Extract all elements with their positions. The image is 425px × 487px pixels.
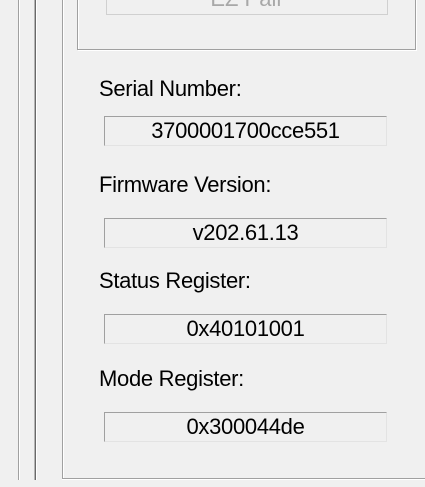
left-panel xyxy=(0,0,18,487)
splitter-line xyxy=(19,0,20,480)
group-border xyxy=(62,479,425,480)
mode-register-field: 0x300044de xyxy=(104,412,387,442)
firmware-version-field: v202.61.13 xyxy=(104,218,387,248)
splitter-handle[interactable] xyxy=(36,0,37,480)
mode-register-label: Mode Register: xyxy=(99,366,244,391)
serial-number-field: 3700001700cce551 xyxy=(104,116,387,146)
serial-number-label: Serial Number: xyxy=(99,76,242,101)
device-properties-window: EZ Pair Serial Number: 3700001700cce551 … xyxy=(0,0,425,487)
status-register-field: 0x40101001 xyxy=(104,314,387,344)
ez-pair-button[interactable]: EZ Pair xyxy=(106,0,388,15)
firmware-version-label: Firmware Version: xyxy=(99,172,272,197)
status-register-label: Status Register: xyxy=(99,268,251,293)
